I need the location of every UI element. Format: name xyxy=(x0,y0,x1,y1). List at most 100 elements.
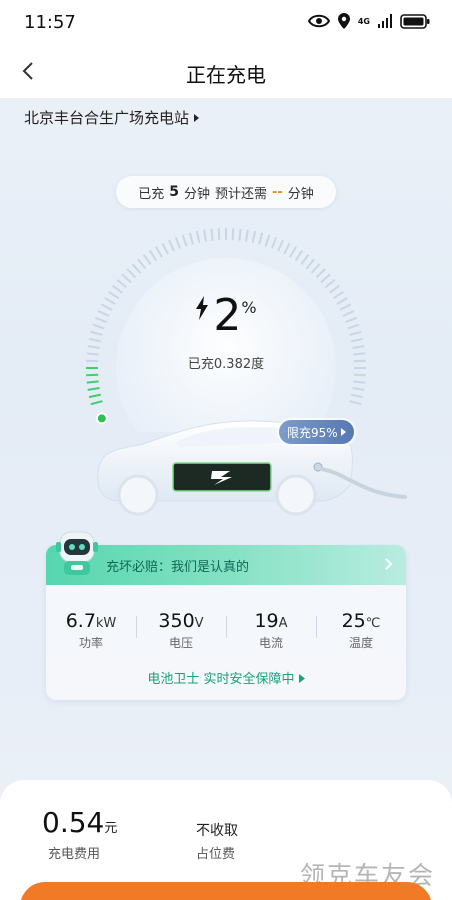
gauge-tick xyxy=(353,380,366,384)
fee-label: 充电费用 xyxy=(48,847,101,862)
guarantee-banner[interactable]: 充坏必赔：我们是认真的 xyxy=(46,545,406,585)
gauge-tick xyxy=(87,345,100,349)
gauge-tick xyxy=(210,228,214,241)
stat-current: 19A 电流 xyxy=(226,610,316,651)
gauge-tick xyxy=(352,387,365,391)
location-icon xyxy=(337,13,350,29)
caret-right-icon xyxy=(340,428,346,436)
charging-stats: 6.7kW 功率 350V 电压 19A 电流 25℃ 温度 xyxy=(46,610,406,651)
gauge-tick xyxy=(270,236,278,249)
gauge-tick xyxy=(86,373,99,377)
gauge-tick xyxy=(353,373,366,377)
station-name: 北京丰台合生广场充电站 xyxy=(24,109,190,127)
temperature-value: 25 xyxy=(341,610,366,632)
fee-currency: 元 xyxy=(104,821,118,836)
gauge-tick xyxy=(238,228,242,241)
gauge-tick xyxy=(137,258,147,270)
gauge-tick xyxy=(251,230,257,244)
bolt-icon xyxy=(196,296,209,320)
status-bar: 11:57 4G xyxy=(0,0,452,44)
car-illustration xyxy=(97,420,407,516)
gauge-tick xyxy=(181,234,188,247)
gauge-tick xyxy=(148,250,158,262)
gauge-tick xyxy=(121,273,132,284)
network-label: 4G xyxy=(357,16,370,26)
gauge-tick xyxy=(320,273,331,284)
front-wheel xyxy=(117,474,159,516)
gauge-tick xyxy=(277,239,284,252)
guarantee-text: 充坏必赔：我们是认真的 xyxy=(106,559,250,575)
temperature-unit: ℃ xyxy=(365,616,381,631)
charge-time-pill: 已充 5 分钟 预计还需 -- 分钟 xyxy=(116,176,336,208)
gauge-tick xyxy=(294,250,304,262)
gauge-tick xyxy=(126,268,137,279)
gauge-tick xyxy=(258,232,264,245)
temperature-label: 温度 xyxy=(348,636,373,650)
gauge-tick xyxy=(350,393,364,399)
chevron-right-icon xyxy=(385,558,393,570)
charge-percent: 2% xyxy=(0,290,452,341)
battery-icon xyxy=(400,13,430,29)
charge-limit-label: 限充95% xyxy=(287,425,338,440)
fee-amount: 0.54 xyxy=(42,806,105,839)
energy-charged: 已充0.382度 xyxy=(187,357,265,372)
elapsed-minutes: 5 xyxy=(169,184,179,200)
gauge-tick xyxy=(300,254,310,265)
percent-value: 2 xyxy=(213,290,242,341)
signal-icon xyxy=(378,14,392,28)
stat-voltage: 350V 电压 xyxy=(136,610,226,651)
gauge-tick xyxy=(203,229,207,242)
bottom-action-button[interactable] xyxy=(20,882,432,900)
gauge-tick xyxy=(324,279,336,289)
gauge-tick xyxy=(283,242,291,255)
gauge-tick xyxy=(352,345,365,349)
station-link[interactable]: 北京丰台合生广场充电站 xyxy=(24,107,200,128)
remaining-minutes: -- xyxy=(271,184,283,200)
gauge-tick xyxy=(195,230,201,244)
occupancy-fee-label: 占位费 xyxy=(196,847,236,862)
gauge-tick xyxy=(88,393,102,399)
rear-wheel xyxy=(275,474,317,516)
stat-temperature: 25℃ 温度 xyxy=(316,610,406,651)
power-value: 6.7 xyxy=(65,610,96,632)
gauge-inner-disc xyxy=(116,258,336,432)
nav-bar: 正在充电 xyxy=(0,44,452,98)
gauge-tick xyxy=(174,236,182,249)
current-label: 电流 xyxy=(258,636,283,650)
gauge-tick xyxy=(161,242,169,255)
gauge-tick xyxy=(264,234,271,247)
battery-guard-text: 电池卫士 实时安全保障中 xyxy=(147,672,295,687)
voltage-unit: V xyxy=(194,616,204,631)
remaining-prefix: 预计还需 xyxy=(214,186,267,202)
gauge-tick xyxy=(188,232,194,245)
gauge-tick xyxy=(131,263,142,274)
gauge-tick xyxy=(86,380,99,384)
gauge-tick xyxy=(168,239,175,252)
gauge-tick xyxy=(245,229,249,242)
current-unit: A xyxy=(278,616,288,631)
occupancy-fee-value: 不收取 xyxy=(196,823,238,839)
battery-guard-link[interactable]: 电池卫士 实时安全保障中 xyxy=(0,668,452,687)
status-icons: 4G xyxy=(307,13,430,29)
page-title: 正在充电 xyxy=(186,63,266,87)
power-unit: kW xyxy=(95,616,117,631)
robot-mascot-icon xyxy=(56,531,98,575)
gauge-tick xyxy=(231,228,235,241)
elapsed-unit: 分钟 xyxy=(183,186,210,202)
gauge-tick xyxy=(289,246,297,258)
gauge-tick xyxy=(155,246,163,258)
caret-right-icon xyxy=(194,113,200,122)
remaining-unit: 分钟 xyxy=(287,186,314,202)
gauge-tick xyxy=(142,254,152,265)
eye-icon xyxy=(307,14,330,28)
gauge-tick xyxy=(349,400,362,406)
gauge-tick xyxy=(217,228,221,241)
gauge-tick xyxy=(116,279,128,289)
percent-sign: % xyxy=(241,298,257,317)
gauge-tick xyxy=(305,258,315,270)
voltage-value: 350 xyxy=(158,610,195,632)
gauge-tick xyxy=(310,263,321,274)
gauge-tick xyxy=(315,268,326,279)
charge-limit-badge[interactable]: 限充95% xyxy=(279,420,354,444)
gauge-tick xyxy=(87,387,100,391)
